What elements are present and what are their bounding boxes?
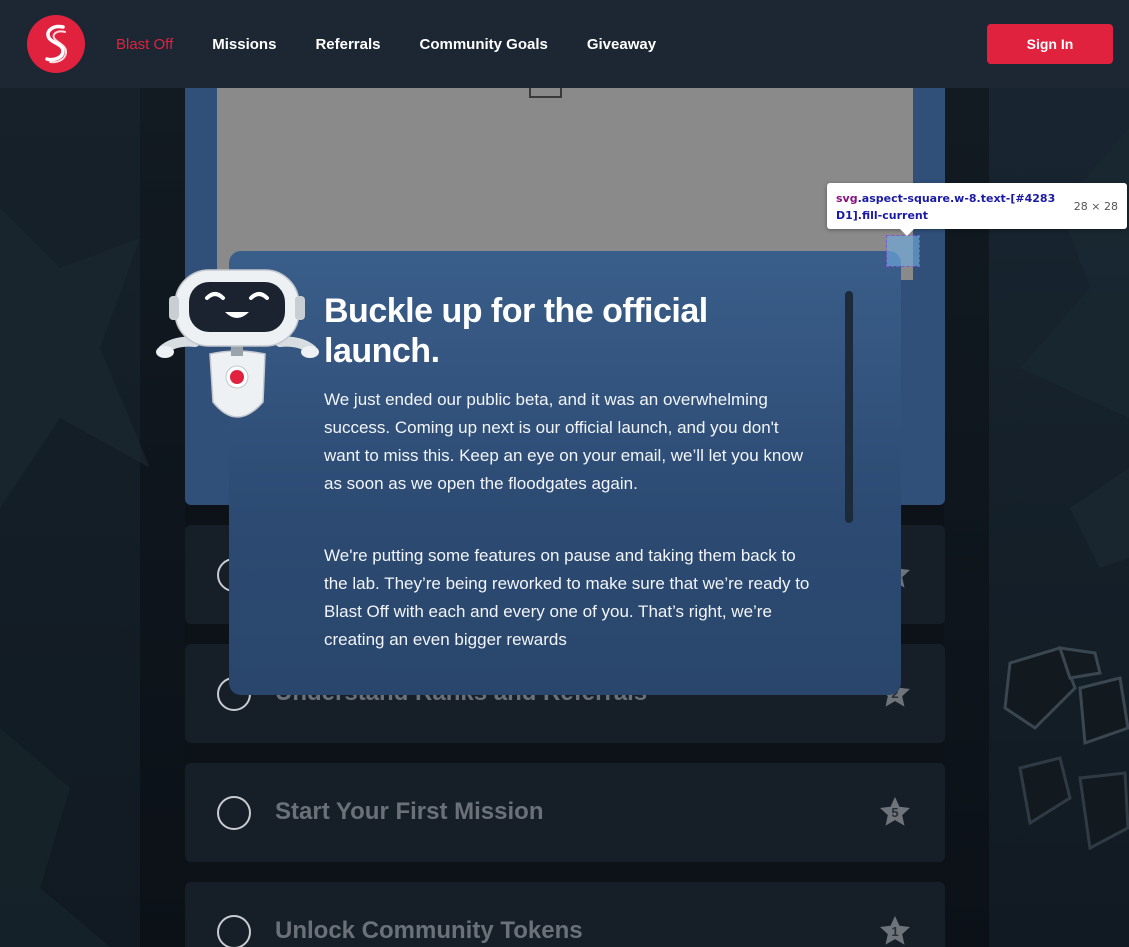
mission-card[interactable]: Unlock Community Tokens 1 [185, 882, 945, 947]
broken-image-icon [529, 88, 562, 98]
modal-title: Buckle up for the official launch. [324, 292, 708, 370]
mission-title: Unlock Community Tokens [275, 917, 583, 944]
tooltip-selector-classes: .aspect-square.w-8.text-[#4283D1].fill-c… [836, 192, 1056, 222]
modal-paragraph: We're putting some features on pause and… [324, 546, 810, 649]
mission-card[interactable]: Start Your First Mission 5 [185, 763, 945, 862]
modal-scrollbar[interactable] [845, 291, 853, 523]
brand-logo[interactable] [27, 15, 85, 73]
nav-item-blast-off[interactable]: Blast Off [116, 36, 173, 53]
tooltip-arrow [900, 229, 914, 236]
tooltip-selector: svg.aspect-square.w-8.text-[#4283D1].fil… [836, 190, 1061, 224]
mission-points: 5 [891, 805, 899, 820]
robot-mascot-icon [156, 269, 319, 418]
tooltip-size: 28 × 28 [1073, 200, 1118, 213]
sign-in-button[interactable]: Sign In [987, 24, 1113, 64]
nav-item-community-goals[interactable]: Community Goals [419, 36, 547, 53]
mission-points: 1 [891, 924, 899, 939]
mission-checkbox[interactable] [217, 915, 251, 947]
brand-s-icon [45, 24, 68, 64]
mission-checkbox[interactable] [217, 796, 251, 830]
devtools-inspect-tooltip: svg.aspect-square.w-8.text-[#4283D1].fil… [827, 183, 1127, 236]
modal-paragraph: We just ended our public beta, and it wa… [324, 390, 804, 493]
inspected-element-highlight [886, 235, 920, 267]
top-nav-bar: Blast Off Missions Referrals Community G… [0, 0, 1129, 88]
mission-title: Start Your First Mission [275, 798, 544, 825]
launch-announcement-modal: Buckle up for the official launch. We ju… [229, 251, 901, 695]
main-nav: Blast Off Missions Referrals Community G… [116, 0, 695, 88]
nav-item-referrals[interactable]: Referrals [315, 36, 380, 53]
nav-item-missions[interactable]: Missions [212, 36, 276, 53]
tooltip-selector-tag: svg [836, 192, 858, 205]
nav-item-giveaway[interactable]: Giveaway [587, 36, 656, 53]
